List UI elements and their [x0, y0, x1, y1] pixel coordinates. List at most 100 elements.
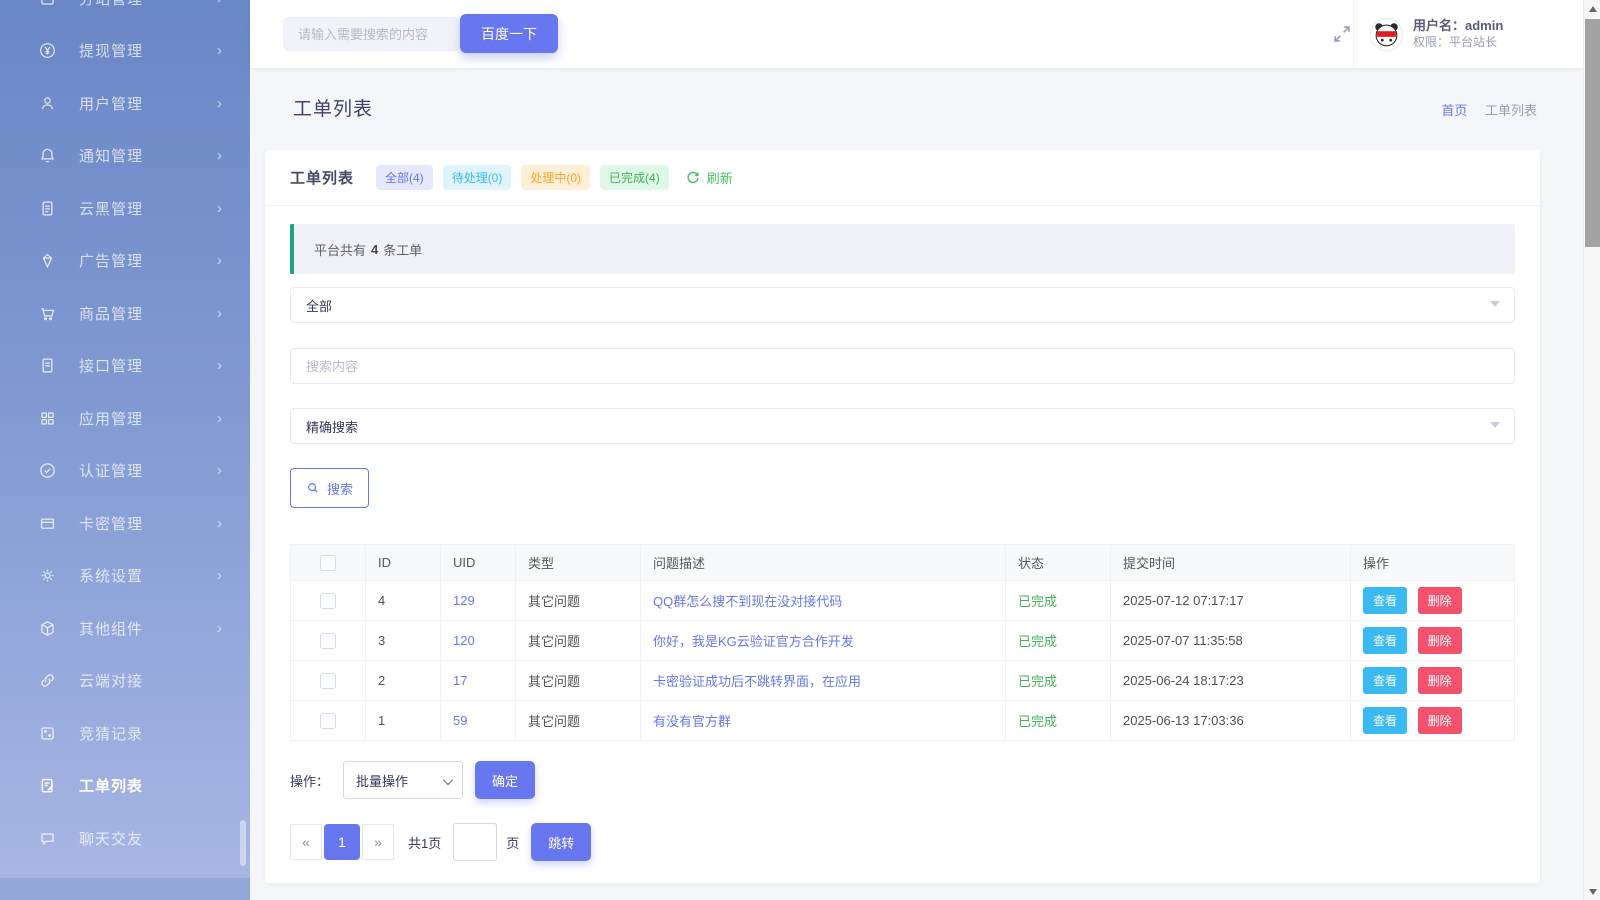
pagination-prev-button[interactable]: « [290, 824, 322, 860]
sidebar-item-label: 分站管理 [79, 0, 217, 9]
sidebar-item-work-orders[interactable]: 工单列表 [0, 760, 250, 813]
sidebar-item-apps[interactable]: 应用管理 › [0, 392, 250, 445]
cell-uid-link[interactable]: 59 [453, 713, 467, 728]
search-button-label: 搜索 [327, 481, 354, 497]
sidebar-item-ads[interactable]: 广告管理 › [0, 235, 250, 288]
tab-processing[interactable]: 处理中(0) [521, 165, 591, 190]
sidebar-item-cloud-connect[interactable]: 云端对接 [0, 655, 250, 708]
sidebar-item-withdraw[interactable]: 提现管理 › [0, 25, 250, 78]
global-search-input[interactable] [283, 17, 461, 51]
cell-desc-link[interactable]: 卡密验证成功后不跳转界面，在应用 [653, 674, 861, 689]
card-header: 工单列表 全部(4) 待处理(0) 处理中(0) 已完成(4) 刷新 [265, 150, 1540, 206]
fullscreen-icon[interactable] [1331, 23, 1353, 45]
layers-icon [38, 0, 57, 8]
pagination-jump-input[interactable] [453, 823, 498, 861]
sidebar-item-components[interactable]: 其他组件 › [0, 602, 250, 655]
tab-pending[interactable]: 待处理(0) [442, 165, 512, 190]
scrollbar-up-arrow-icon[interactable] [1584, 0, 1600, 17]
sidebar-item-goods[interactable]: 商品管理 › [0, 287, 250, 340]
chevron-right-icon: › [217, 252, 222, 270]
row-checkbox[interactable] [320, 592, 336, 609]
cell-type: 其它问题 [515, 700, 641, 741]
search-button[interactable]: 搜索 [290, 468, 370, 508]
delete-button[interactable]: 删除 [1417, 587, 1462, 614]
cell-desc-link[interactable]: 你好，我是KG云验证官方合作开发 [653, 634, 854, 649]
scrollbar-down-arrow-icon[interactable] [1584, 883, 1600, 900]
sidebar-item-auth[interactable]: 认证管理 › [0, 445, 250, 498]
baidu-search-button[interactable]: 百度一下 [460, 14, 558, 53]
cell-uid-link[interactable]: 17 [453, 673, 467, 688]
sidebar-item-label: 用户管理 [79, 95, 144, 113]
sidebar-item-notice[interactable]: 通知管理 › [0, 130, 250, 183]
tab-all[interactable]: 全部(4) [376, 165, 433, 190]
sidebar-item-label: 认证管理 [79, 463, 144, 481]
mode-filter-select[interactable]: 精确搜索 [290, 408, 1515, 444]
chevron-right-icon: › [217, 0, 222, 7]
cell-type: 其它问题 [515, 660, 641, 701]
col-desc: 问题描述 [640, 544, 1006, 581]
row-checkbox[interactable] [320, 672, 336, 689]
search-icon [308, 483, 318, 493]
sidebar-item-branch[interactable]: 分站管理 › [0, 0, 250, 25]
pagination-page-suffix: 页 [506, 835, 520, 851]
col-status: 状态 [1005, 544, 1111, 581]
apps-grid-icon [38, 409, 57, 428]
view-button[interactable]: 查看 [1363, 667, 1408, 694]
caret-down-icon [1490, 301, 1500, 307]
user-menu[interactable]: 用户名：admin 权限：平台站长 [1353, 0, 1583, 68]
sidebar-item-cardkey[interactable]: 卡密管理 › [0, 497, 250, 550]
cell-desc-link[interactable]: QQ群怎么搜不到现在没对接代码 [653, 594, 842, 609]
refresh-button[interactable]: 刷新 [685, 168, 733, 187]
work-order-table: ID UID 类型 问题描述 状态 提交时间 操作 4 129 其它问题 QQ群… [290, 544, 1515, 741]
sidebar-item-label: 云端对接 [79, 673, 144, 691]
view-button[interactable]: 查看 [1363, 707, 1408, 734]
user-info: 用户名：admin 权限：平台站长 [1413, 17, 1503, 51]
main-area: 百度一下 用户名：admin 权限：平台站长 [250, 0, 1583, 900]
clipboard-edit-icon [38, 776, 57, 795]
bulk-confirm-button[interactable]: 确定 [475, 761, 536, 799]
bell-icon [38, 146, 57, 165]
bulk-action-select[interactable]: 批量操作 [343, 761, 464, 799]
sidebar-item-chat[interactable]: 聊天交友 [0, 812, 250, 865]
status-badge: 已完成 [1018, 594, 1058, 609]
delete-button[interactable]: 删除 [1417, 667, 1462, 694]
row-checkbox[interactable] [320, 712, 336, 729]
cell-desc-link[interactable]: 有没有官方群 [653, 714, 731, 729]
avatar [1370, 17, 1403, 51]
cell-uid-link[interactable]: 129 [453, 593, 475, 608]
cell-time: 2025-06-13 17:03:36 [1110, 700, 1351, 741]
row-checkbox[interactable] [320, 632, 336, 649]
delete-button[interactable]: 删除 [1417, 707, 1462, 734]
sidebar-item-label: 其他组件 [79, 620, 144, 638]
gear-icon [38, 566, 57, 585]
sidebar-scrollbar-thumb[interactable] [240, 820, 246, 866]
sidebar-item-settings[interactable]: 系统设置 › [0, 550, 250, 603]
sidebar-item-guess-records[interactable]: 竞猜记录 [0, 707, 250, 760]
keyword-input[interactable] [306, 358, 1499, 374]
pagination-jump-button[interactable]: 跳转 [531, 823, 592, 861]
sidebar-item-label: 应用管理 [79, 410, 144, 428]
tab-done[interactable]: 已完成(4) [600, 165, 669, 190]
window-scrollbar[interactable] [1583, 0, 1600, 900]
scrollbar-thumb[interactable] [1585, 19, 1600, 247]
sidebar-item-users[interactable]: 用户管理 › [0, 77, 250, 130]
select-all-checkbox[interactable] [320, 554, 336, 571]
page-title: 工单列表 [293, 99, 374, 120]
sidebar: 分站管理 › 提现管理 › 用户管理 › 通知管理 › 云黑管理 › 广告管理 … [0, 0, 250, 900]
col-time: 提交时间 [1110, 544, 1351, 581]
sidebar-item-blacklist[interactable]: 云黑管理 › [0, 182, 250, 235]
cube-icon [38, 619, 57, 638]
pagination-next-button[interactable]: » [362, 824, 394, 860]
sidebar-item-label: 卡密管理 [79, 515, 144, 533]
view-button[interactable]: 查看 [1363, 627, 1408, 654]
breadcrumb-home-link[interactable]: 首页 [1441, 103, 1467, 118]
delete-button[interactable]: 删除 [1417, 627, 1462, 654]
type-filter-select[interactable]: 全部 [290, 287, 1515, 323]
view-button[interactable]: 查看 [1363, 587, 1408, 614]
sidebar-item-api[interactable]: 接口管理 › [0, 340, 250, 393]
pagination-page-1[interactable]: 1 [324, 824, 360, 860]
cell-uid-link[interactable]: 120 [453, 633, 475, 648]
table-row: 3 120 其它问题 你好，我是KG云验证官方合作开发 已完成 2025-07-… [290, 620, 1515, 661]
sidebar-item-label: 系统设置 [79, 568, 144, 586]
chevron-right-icon: › [217, 147, 222, 165]
